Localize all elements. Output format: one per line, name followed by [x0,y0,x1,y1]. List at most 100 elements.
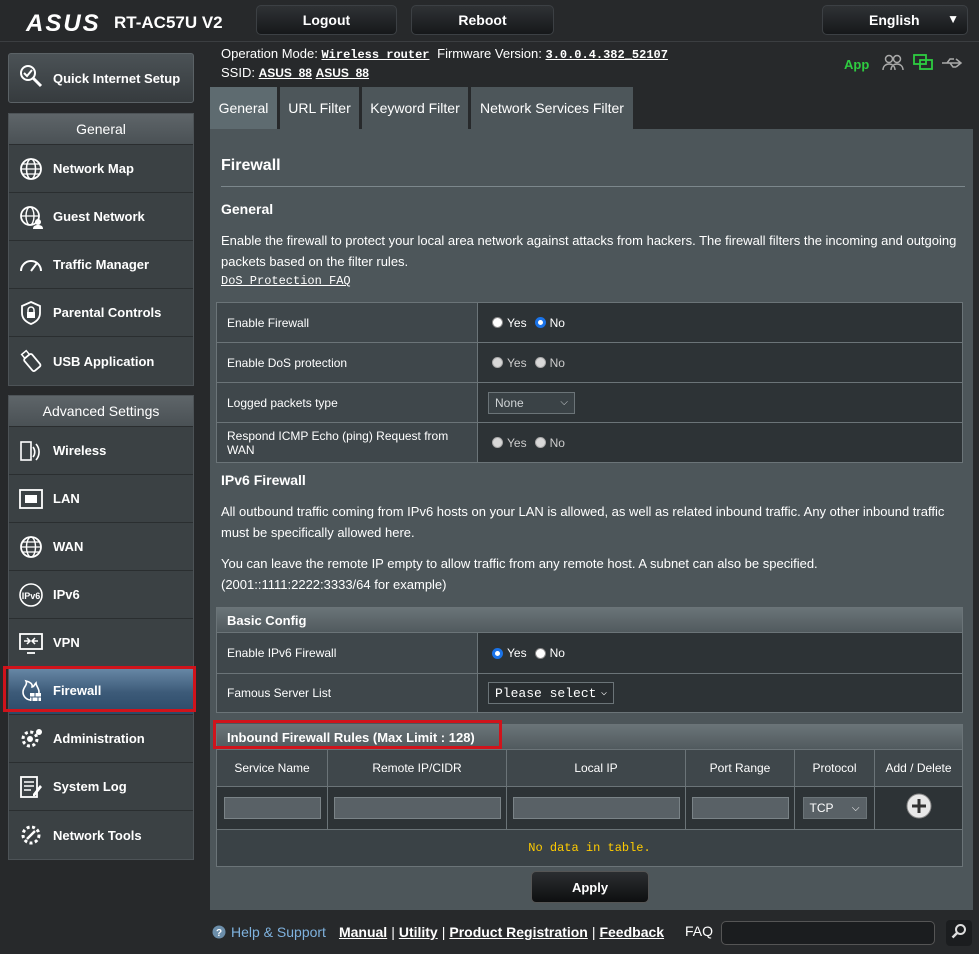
icmp-yes-radio[interactable]: Yes [492,436,527,450]
enable-ipv6-fw-row: Enable IPv6 Firewall Yes No [217,632,962,674]
no-label: No [549,435,565,450]
general-menu: General Network Map Guest Network Traffi… [8,113,194,386]
local-ip-input[interactable] [512,797,680,819]
service-name-input[interactable] [223,797,321,819]
icmp-no-radio[interactable]: No [534,435,565,450]
basic-config-table: Basic Config Enable IPv6 Firewall Yes No… [216,607,963,713]
sidebar-item-wireless[interactable]: Wireless [9,427,193,475]
famous-server-select[interactable]: Please select ⌵ [488,682,614,704]
chevron-down-icon: ⌵ [851,802,860,814]
manual-link[interactable]: Manual [339,924,387,940]
col-service-name: Service Name [217,750,328,786]
clients-icon[interactable] [882,54,904,77]
enable-dos-yes-radio[interactable]: Yes [492,356,527,370]
wireless-icon [17,437,45,465]
quick-internet-setup-button[interactable]: Quick Internet Setup [8,53,194,103]
globe-icon [17,155,45,183]
remote-ip-input[interactable] [333,797,501,819]
page-title: Firewall [221,157,281,174]
sidebar-item-label: Firewall [53,683,102,698]
utility-link[interactable]: Utility [399,924,438,940]
asus-logo: ASUS [26,10,101,37]
enable-dos-no-radio[interactable]: No [534,355,565,370]
sidebar-item-label: Administration [53,731,145,746]
sidebar-item-label: Network Map [53,161,134,176]
sidebar-item-label: Network Tools [53,827,142,843]
sidebar-item-wan[interactable]: WAN [9,523,193,571]
sidebar-item-vpn[interactable]: VPN [9,619,193,667]
protocol-select[interactable]: TCP ⌵ [802,797,867,819]
tab-keyword-filter[interactable]: Keyword Filter [362,87,468,129]
wizard-icon [17,62,45,95]
apply-button[interactable]: Apply [531,871,649,903]
dos-faq-link[interactable]: DoS Protection FAQ [221,274,351,288]
faq-label: FAQ [685,923,714,939]
ssid-label: SSID: [221,65,255,80]
sidebar-item-ipv6[interactable]: IPv6 IPv6 [9,571,193,619]
enable-firewall-yes-radio[interactable]: Yes [492,316,527,330]
svg-text:?: ? [216,928,222,939]
sidebar-item-system-log[interactable]: System Log [9,763,193,811]
protocol-value: TCP [809,801,834,815]
col-protocol: Protocol [795,750,875,786]
app-link[interactable]: App [844,57,869,72]
enable-ipv6-fw-yes-radio[interactable]: Yes [492,646,527,660]
usb-drive-icon [17,347,45,375]
sidebar-item-traffic-manager[interactable]: Traffic Manager [9,241,193,289]
sidebar-item-lan[interactable]: LAN [9,475,193,523]
general-menu-header: General [9,114,193,145]
radio-circle [492,647,503,659]
sidebar-item-label: Traffic Manager [53,257,150,272]
tab-network-services-filter[interactable]: Network Services Filter [471,87,633,129]
port-range-input[interactable] [691,797,789,819]
language-label: English [869,12,920,28]
yes-label: Yes [507,315,527,330]
sidebar-item-usb-application[interactable]: USB Application [9,337,193,385]
reboot-button[interactable]: Reboot [411,5,554,35]
sidebar-item-parental-controls[interactable]: Parental Controls [9,289,193,337]
product-registration-link[interactable]: Product Registration [449,924,587,940]
op-mode-label: Operation Mode: [221,46,318,61]
footer-separator: | [441,924,446,940]
logged-packets-select[interactable]: None ⌵ [488,391,575,414]
no-label: No [549,646,565,660]
no-label: No [549,355,565,370]
faq-search-button[interactable] [946,920,972,946]
enable-ipv6-fw-no-radio[interactable]: No [534,646,565,660]
no-data-message: No data in table. [217,829,962,866]
search-icon [951,923,967,944]
speedometer-icon [17,251,45,279]
sidebar-item-guest-network[interactable]: Guest Network [9,193,193,241]
feedback-link[interactable]: Feedback [599,924,664,940]
tools-icon [17,821,45,849]
sidebar-item-firewall[interactable]: Firewall [9,667,193,715]
language-select[interactable]: English ▼ [822,5,968,35]
advanced-menu-header: Advanced Settings [9,396,193,427]
usb-icon[interactable] [941,56,963,75]
title-divider [221,186,965,187]
footer-separator: | [591,924,596,940]
firmware-link[interactable]: 3.0.0.4.382_52107 [546,48,668,62]
sidebar-item-network-map[interactable]: Network Map [9,145,193,193]
network-status-icon[interactable] [913,54,933,77]
inbound-rules-column-headers: Service Name Remote IP/CIDR Local IP Por… [217,749,962,786]
no-label: No [549,315,565,330]
inbound-rules-table: Inbound Firewall Rules (Max Limit : 128)… [216,724,963,867]
log-icon [17,773,45,801]
faq-search-input[interactable] [721,921,935,945]
enable-firewall-no-radio[interactable]: No [534,315,565,330]
logged-packets-value: None [495,395,524,410]
sidebar-item-network-tools[interactable]: Network Tools [9,811,193,859]
chevron-down-icon: ⌵ [600,688,607,699]
sidebar-item-administration[interactable]: Administration [9,715,193,763]
logout-button[interactable]: Logout [256,5,397,35]
ssid-24g: ASUS_88 [258,66,312,80]
sidebar-item-label: IPv6 [53,587,80,602]
logged-packets-row: Logged packets type None ⌵ [217,383,962,423]
tab-url-filter[interactable]: URL Filter [280,87,359,129]
tab-general[interactable]: General [210,87,277,129]
sidebar-item-label: WAN [53,539,84,554]
add-rule-icon[interactable] [906,793,932,824]
op-mode-link[interactable]: Wireless router [321,48,429,62]
header-divider [0,41,979,42]
